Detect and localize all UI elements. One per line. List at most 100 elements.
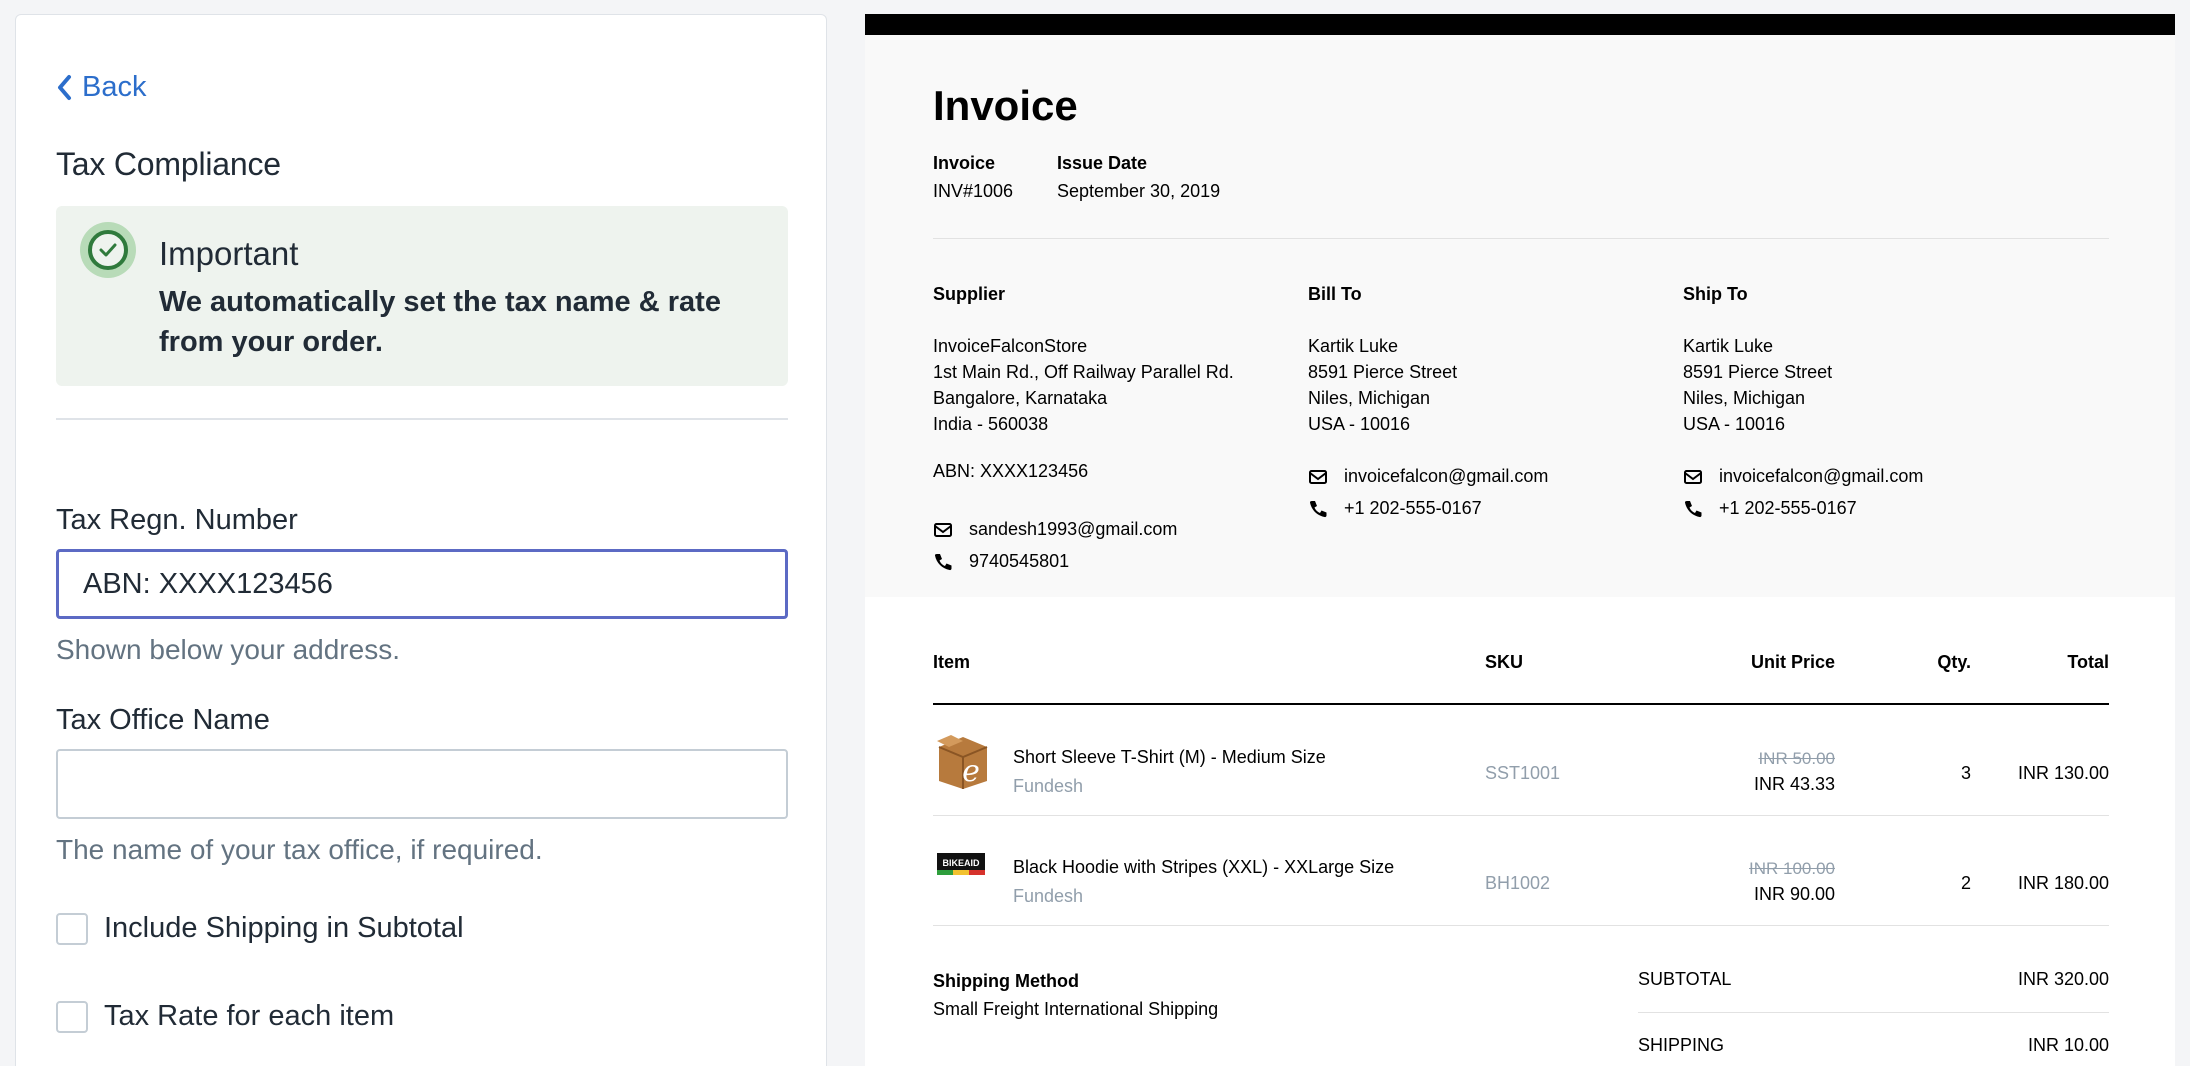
settings-panel: Back Tax Compliance Important We automat…	[15, 14, 827, 1066]
important-banner: Important We automatically set the tax n…	[56, 206, 788, 386]
item-price: INR 90.00	[1753, 884, 1835, 904]
supplier-email: sandesh1993@gmail.com	[933, 519, 1177, 540]
item-sku: BH1002	[1485, 873, 1551, 893]
invoice-number: INV#1006	[933, 181, 1014, 201]
banner-heading: Important	[159, 235, 299, 272]
phone-text: 9740545801	[969, 551, 1070, 571]
bill-to-phone: +1 202-555-0167	[1308, 498, 1482, 519]
bill-to-email: invoicefalcon@gmail.com	[1308, 466, 1548, 487]
box-e-logo-icon: e	[937, 735, 988, 789]
checkbox-label: Include Shipping in Subtotal	[104, 912, 464, 944]
phone-icon	[1309, 500, 1327, 517]
table-header-rule	[933, 703, 2109, 705]
column-header-total: Total	[2067, 652, 2109, 672]
check-circle-icon	[80, 222, 136, 278]
supplier-address: InvoiceFalconStore 1st Main Rd., Off Rai…	[933, 333, 1234, 437]
phone-text: +1 202-555-0167	[1344, 498, 1482, 518]
bikeaid-logo-icon: BIKEAID	[937, 853, 985, 875]
supplier-label: Supplier	[933, 284, 1006, 304]
invoice-title: Invoice	[933, 82, 1078, 129]
invoice-preview: Invoice Invoice INV#1006 Issue Date Sept…	[865, 14, 2175, 1066]
checkbox-box[interactable]	[56, 912, 88, 945]
issue-date-label: Issue Date	[1057, 153, 1148, 173]
banner-body: We automatically set the tax name & rate…	[159, 286, 721, 358]
address-line: Kartik Luke	[1683, 336, 1774, 356]
shipping-method-label: Shipping Method	[933, 971, 1079, 991]
invoice-number-label: Invoice	[933, 153, 996, 173]
svg-text:e: e	[962, 754, 980, 789]
shipping-method: Small Freight International Shipping	[933, 999, 1219, 1019]
invoice-top-bar	[865, 14, 2175, 35]
address-line: 1st Main Rd., Off Railway Parallel Rd.	[933, 362, 1234, 382]
item-qty: 2	[1960, 873, 1971, 893]
shipping-value: INR 10.00	[2027, 1035, 2109, 1055]
ship-to-address: Kartik Luke 8591 Pierce Street Niles, Mi…	[1683, 333, 1832, 437]
item-price: INR 43.33	[1753, 774, 1835, 794]
address-line: USA - 10016	[1308, 414, 1411, 434]
item-sku: SST1001	[1485, 763, 1561, 783]
summary-divider	[1638, 1012, 2109, 1013]
divider	[933, 238, 2109, 239]
envelope-icon	[1684, 469, 1702, 484]
column-header-sku: SKU	[1485, 652, 1524, 672]
supplier-tax-number: ABN: XXXX123456	[933, 461, 1089, 481]
item-vendor: Fundesh	[1013, 776, 1084, 796]
address-line: Bangalore, Karnataka	[933, 388, 1108, 408]
item-original-price: INR 100.00	[1749, 859, 1835, 878]
tax-regn-help: Shown below your address.	[56, 634, 400, 665]
email-text: invoicefalcon@gmail.com	[1719, 466, 1924, 486]
phone-text: +1 202-555-0167	[1719, 498, 1857, 518]
row-divider	[933, 815, 2109, 816]
chevron-left-icon	[58, 75, 71, 100]
item-original-price: INR 50.00	[1758, 749, 1835, 768]
back-label: Back	[82, 71, 147, 103]
shipping-label: SHIPPING	[1638, 1035, 1725, 1055]
divider	[56, 418, 788, 420]
phone-icon	[1684, 500, 1702, 517]
supplier-phone: 9740545801	[933, 551, 1069, 572]
phone-icon	[934, 553, 952, 570]
address-line: Niles, Michigan	[1683, 388, 1806, 408]
subtotal-label: SUBTOTAL	[1638, 969, 1732, 989]
ship-to-phone: +1 202-555-0167	[1683, 498, 1857, 519]
row-divider	[933, 925, 2109, 926]
item-name: Black Hoodie with Stripes (XXL) - XXLarg…	[1013, 857, 1395, 877]
item-name: Short Sleeve T-Shirt (M) - Medium Size	[1013, 747, 1326, 767]
tax-office-label: Tax Office Name	[56, 704, 270, 736]
tax-office-input[interactable]	[56, 749, 788, 819]
tax-rate-each-item-checkbox[interactable]: Tax Rate for each item	[56, 1000, 394, 1033]
address-line: InvoiceFalconStore	[933, 336, 1088, 356]
address-line: India - 560038	[933, 414, 1049, 434]
tax-office-help: The name of your tax office, if required…	[56, 834, 543, 865]
address-line: Kartik Luke	[1308, 336, 1399, 356]
envelope-icon	[1309, 469, 1327, 484]
page-title: Tax Compliance	[56, 146, 281, 182]
issue-date: September 30, 2019	[1057, 181, 1221, 201]
ship-to-label: Ship To	[1683, 284, 1748, 304]
bill-to-label: Bill To	[1308, 284, 1362, 304]
svg-text:BIKEAID: BIKEAID	[942, 858, 980, 868]
address-line: USA - 10016	[1683, 414, 1786, 434]
bill-to-address: Kartik Luke 8591 Pierce Street Niles, Mi…	[1308, 333, 1457, 437]
checkbox-label: Tax Rate for each item	[104, 1000, 395, 1032]
item-total: INR 180.00	[2017, 873, 2109, 893]
column-header-unit-price: Unit Price	[1750, 652, 1835, 672]
include-shipping-checkbox[interactable]: Include Shipping in Subtotal	[56, 912, 464, 945]
item-qty: 3	[1960, 763, 1971, 783]
address-line: Niles, Michigan	[1308, 388, 1431, 408]
column-header-item: Item	[933, 652, 971, 672]
item-vendor: Fundesh	[1013, 886, 1084, 906]
address-line: 8591 Pierce Street	[1683, 362, 1833, 382]
checkbox-box[interactable]	[56, 1000, 88, 1033]
address-line: 8591 Pierce Street	[1308, 362, 1458, 382]
email-text: sandesh1993@gmail.com	[969, 519, 1178, 539]
back-link[interactable]: Back	[56, 71, 146, 104]
item-total: INR 130.00	[2017, 763, 2109, 783]
ship-to-email: invoicefalcon@gmail.com	[1683, 466, 1923, 487]
envelope-icon	[934, 522, 952, 537]
column-header-qty: Qty.	[1937, 652, 1971, 672]
tax-regn-input[interactable]	[56, 549, 788, 619]
email-text: invoicefalcon@gmail.com	[1344, 466, 1549, 486]
tax-regn-label: Tax Regn. Number	[56, 504, 298, 536]
subtotal-value: INR 320.00	[2017, 969, 2109, 989]
